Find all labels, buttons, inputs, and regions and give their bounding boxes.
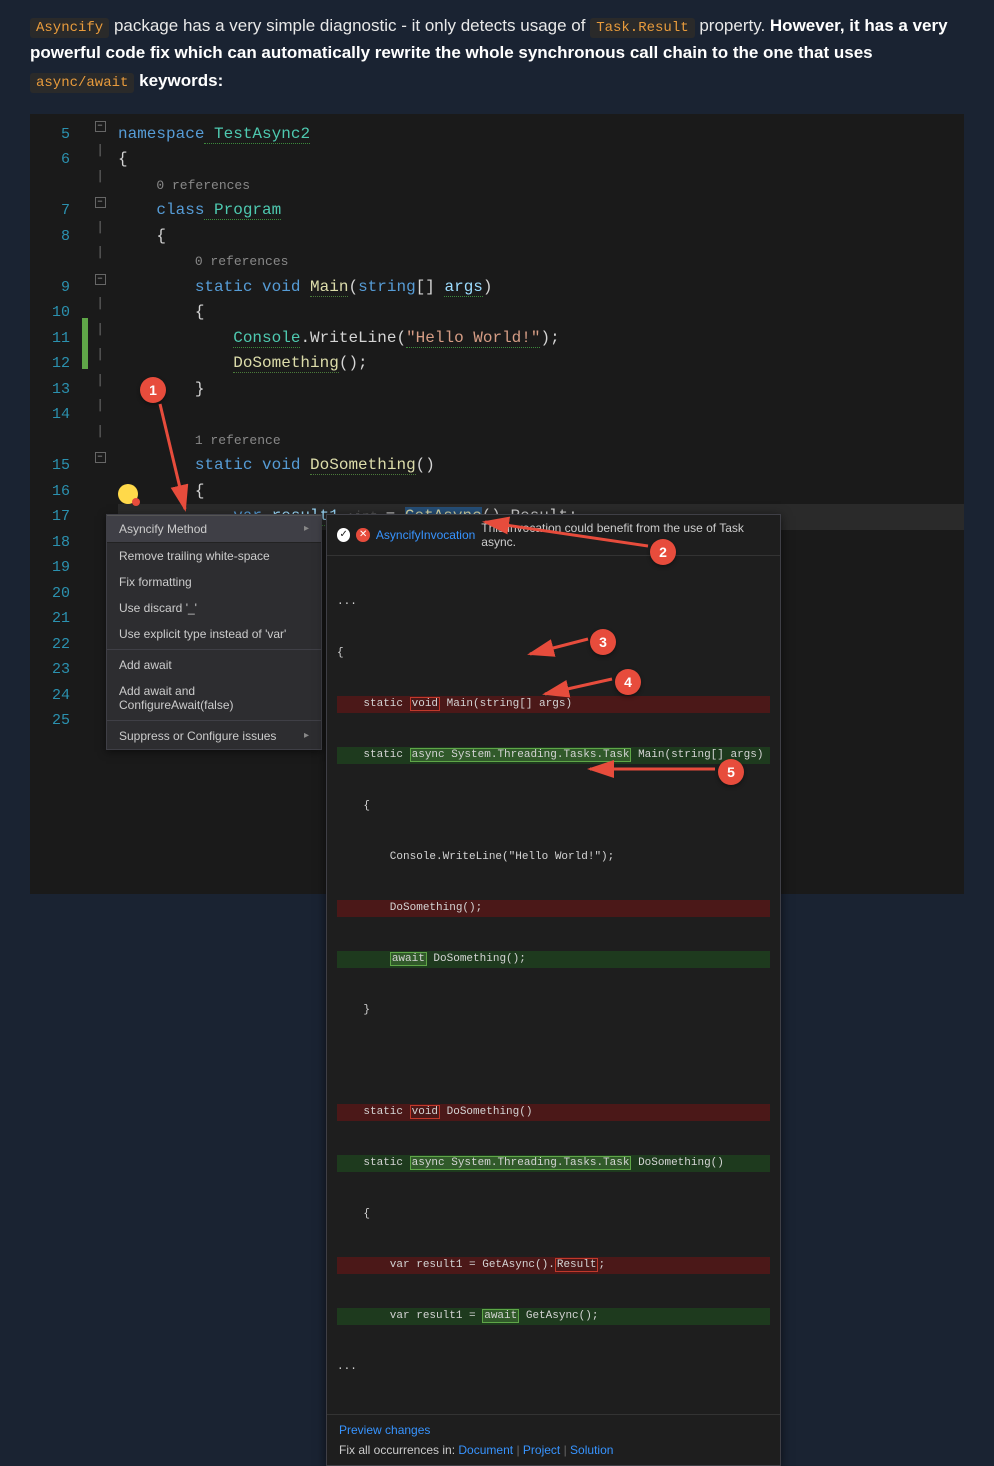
fold-icon[interactable]: − [95, 452, 106, 463]
change-margin [80, 114, 90, 894]
fold-icon[interactable]: − [95, 121, 106, 132]
preview-footer: Preview changes Fix all occurrences in: … [327, 1414, 780, 1465]
menu-item-trailing-whitespace[interactable]: Remove trailing white-space [107, 543, 321, 569]
fix-document-link[interactable]: Document [458, 1443, 513, 1457]
menu-item-fix-formatting[interactable]: Fix formatting [107, 569, 321, 595]
article-paragraph: Asyncify package has a very simple diagn… [0, 0, 994, 114]
inline-code-keyword: async/await [30, 73, 134, 93]
preview-header: ✓ ✕ AsyncifyInvocation This invocation c… [327, 515, 780, 556]
inline-code-property: Task.Result [590, 18, 694, 38]
lightbulb-icon[interactable] [118, 484, 138, 504]
callout-5: 5 [718, 759, 744, 785]
callout-2: 2 [650, 539, 676, 565]
menu-item-use-discard[interactable]: Use discard '_' [107, 595, 321, 621]
menu-item-suppress[interactable]: Suppress or Configure issues [107, 723, 321, 749]
callout-1: 1 [140, 377, 166, 403]
line-number-gutter: 5 6 7 8 9 10 11 12 13 14 15 16 17 18 19 … [30, 114, 80, 894]
menu-item-add-await[interactable]: Add await [107, 652, 321, 678]
diagnostic-link[interactable]: AsyncifyInvocation [376, 528, 475, 542]
fix-solution-link[interactable]: Solution [570, 1443, 613, 1457]
diff-view: ... { static void Main(string[] args) st… [327, 556, 780, 1414]
quick-actions-menu[interactable]: Asyncify Method Remove trailing white-sp… [106, 514, 322, 750]
menu-item-asyncify[interactable]: Asyncify Method [107, 515, 321, 543]
callout-3: 3 [590, 629, 616, 655]
menu-item-add-await-configure[interactable]: Add await and ConfigureAwait(false) [107, 678, 321, 718]
fold-icon[interactable]: − [95, 197, 106, 208]
check-icon: ✓ [337, 528, 350, 542]
error-icon: ✕ [356, 528, 369, 542]
preview-panel: ✓ ✕ AsyncifyInvocation This invocation c… [326, 514, 781, 1466]
preview-changes-link[interactable]: Preview changes [339, 1423, 768, 1437]
menu-item-explicit-type[interactable]: Use explicit type instead of 'var' [107, 621, 321, 647]
fold-icon[interactable]: − [95, 274, 106, 285]
fold-gutter[interactable]: − │ │ − │ │ − │ │ │ │ │ │ − [90, 114, 110, 894]
callout-4: 4 [615, 669, 641, 695]
inline-code-package: Asyncify [30, 18, 109, 38]
diagnostic-message: This invocation could benefit from the u… [481, 521, 770, 549]
ide-screenshot: 5 6 7 8 9 10 11 12 13 14 15 16 17 18 19 … [30, 114, 964, 894]
fix-project-link[interactable]: Project [523, 1443, 560, 1457]
